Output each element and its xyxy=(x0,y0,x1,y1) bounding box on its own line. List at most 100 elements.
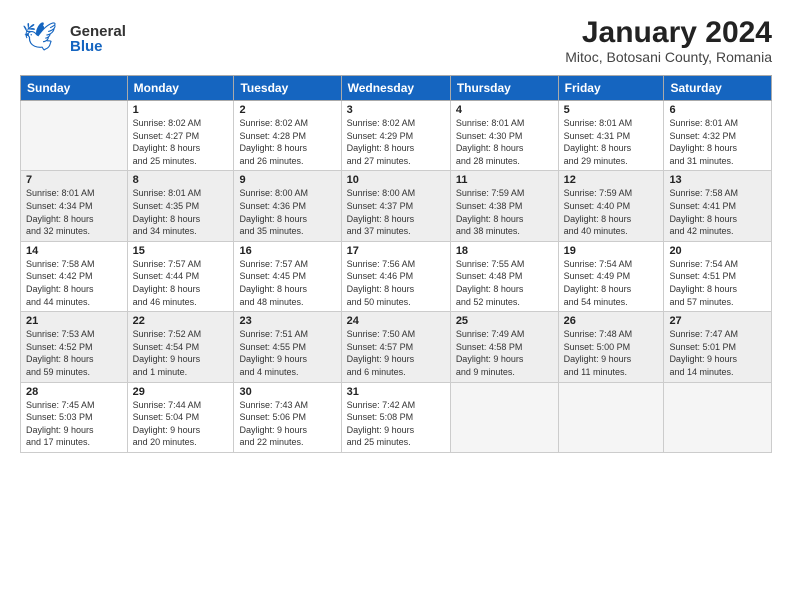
calendar-cell: 23Sunrise: 7:51 AMSunset: 4:55 PMDayligh… xyxy=(234,312,341,382)
day-info: Sunrise: 7:52 AMSunset: 4:54 PMDaylight:… xyxy=(133,328,229,378)
page: 🕊 General Blue January 2024 Mitoc, Botos… xyxy=(0,0,792,612)
col-sunday: Sunday xyxy=(21,76,128,101)
col-thursday: Thursday xyxy=(450,76,558,101)
calendar-header-row: Sunday Monday Tuesday Wednesday Thursday… xyxy=(21,76,772,101)
day-number: 16 xyxy=(239,245,335,257)
calendar-table: Sunday Monday Tuesday Wednesday Thursday… xyxy=(20,75,772,453)
calendar-cell: 31Sunrise: 7:42 AMSunset: 5:08 PMDayligh… xyxy=(341,382,450,452)
day-info: Sunrise: 7:45 AMSunset: 5:03 PMDaylight:… xyxy=(26,399,122,449)
title-block: January 2024 Mitoc, Botosani County, Rom… xyxy=(565,16,772,65)
calendar-cell: 2Sunrise: 8:02 AMSunset: 4:28 PMDaylight… xyxy=(234,101,341,171)
day-info: Sunrise: 7:49 AMSunset: 4:58 PMDaylight:… xyxy=(456,328,553,378)
calendar-cell: 4Sunrise: 8:01 AMSunset: 4:30 PMDaylight… xyxy=(450,101,558,171)
logo-icon: 🕊 xyxy=(20,16,66,62)
day-info: Sunrise: 7:55 AMSunset: 4:48 PMDaylight:… xyxy=(456,258,553,308)
day-number: 28 xyxy=(26,386,122,398)
day-info: Sunrise: 7:57 AMSunset: 4:45 PMDaylight:… xyxy=(239,258,335,308)
logo-general: General xyxy=(70,24,126,39)
day-number: 1 xyxy=(133,104,229,116)
logo: 🕊 General Blue xyxy=(20,16,126,62)
day-info: Sunrise: 8:02 AMSunset: 4:28 PMDaylight:… xyxy=(239,117,335,167)
day-number: 15 xyxy=(133,245,229,257)
header: 🕊 General Blue January 2024 Mitoc, Botos… xyxy=(20,16,772,65)
day-number: 31 xyxy=(347,386,445,398)
calendar-cell: 5Sunrise: 8:01 AMSunset: 4:31 PMDaylight… xyxy=(558,101,664,171)
col-tuesday: Tuesday xyxy=(234,76,341,101)
calendar-cell: 12Sunrise: 7:59 AMSunset: 4:40 PMDayligh… xyxy=(558,171,664,241)
day-number: 20 xyxy=(669,245,766,257)
calendar-cell: 3Sunrise: 8:02 AMSunset: 4:29 PMDaylight… xyxy=(341,101,450,171)
day-number: 10 xyxy=(347,174,445,186)
day-number: 3 xyxy=(347,104,445,116)
day-number: 6 xyxy=(669,104,766,116)
day-info: Sunrise: 7:43 AMSunset: 5:06 PMDaylight:… xyxy=(239,399,335,449)
day-info: Sunrise: 8:01 AMSunset: 4:35 PMDaylight:… xyxy=(133,187,229,237)
day-number: 18 xyxy=(456,245,553,257)
day-info: Sunrise: 8:00 AMSunset: 4:37 PMDaylight:… xyxy=(347,187,445,237)
day-number: 13 xyxy=(669,174,766,186)
calendar-cell: 18Sunrise: 7:55 AMSunset: 4:48 PMDayligh… xyxy=(450,241,558,311)
day-number: 23 xyxy=(239,315,335,327)
calendar-cell: 29Sunrise: 7:44 AMSunset: 5:04 PMDayligh… xyxy=(127,382,234,452)
day-number: 9 xyxy=(239,174,335,186)
calendar-cell xyxy=(21,101,128,171)
day-number: 25 xyxy=(456,315,553,327)
col-monday: Monday xyxy=(127,76,234,101)
calendar-cell: 13Sunrise: 7:58 AMSunset: 4:41 PMDayligh… xyxy=(664,171,772,241)
day-number: 7 xyxy=(26,174,122,186)
calendar-cell: 17Sunrise: 7:56 AMSunset: 4:46 PMDayligh… xyxy=(341,241,450,311)
day-number: 12 xyxy=(564,174,659,186)
day-number: 22 xyxy=(133,315,229,327)
calendar-cell xyxy=(664,382,772,452)
calendar-cell: 21Sunrise: 7:53 AMSunset: 4:52 PMDayligh… xyxy=(21,312,128,382)
logo-label: General Blue xyxy=(70,24,126,54)
calendar-cell: 10Sunrise: 8:00 AMSunset: 4:37 PMDayligh… xyxy=(341,171,450,241)
calendar-cell: 16Sunrise: 7:57 AMSunset: 4:45 PMDayligh… xyxy=(234,241,341,311)
day-info: Sunrise: 8:02 AMSunset: 4:27 PMDaylight:… xyxy=(133,117,229,167)
calendar-cell xyxy=(450,382,558,452)
calendar-week-row-1: 7Sunrise: 8:01 AMSunset: 4:34 PMDaylight… xyxy=(21,171,772,241)
day-info: Sunrise: 7:50 AMSunset: 4:57 PMDaylight:… xyxy=(347,328,445,378)
day-info: Sunrise: 7:59 AMSunset: 4:40 PMDaylight:… xyxy=(564,187,659,237)
calendar-cell: 26Sunrise: 7:48 AMSunset: 5:00 PMDayligh… xyxy=(558,312,664,382)
day-info: Sunrise: 7:48 AMSunset: 5:00 PMDaylight:… xyxy=(564,328,659,378)
day-info: Sunrise: 7:56 AMSunset: 4:46 PMDaylight:… xyxy=(347,258,445,308)
day-info: Sunrise: 7:47 AMSunset: 5:01 PMDaylight:… xyxy=(669,328,766,378)
calendar-cell: 9Sunrise: 8:00 AMSunset: 4:36 PMDaylight… xyxy=(234,171,341,241)
day-info: Sunrise: 8:01 AMSunset: 4:32 PMDaylight:… xyxy=(669,117,766,167)
calendar-cell: 22Sunrise: 7:52 AMSunset: 4:54 PMDayligh… xyxy=(127,312,234,382)
calendar-cell: 15Sunrise: 7:57 AMSunset: 4:44 PMDayligh… xyxy=(127,241,234,311)
day-number: 8 xyxy=(133,174,229,186)
day-info: Sunrise: 7:57 AMSunset: 4:44 PMDaylight:… xyxy=(133,258,229,308)
calendar-cell: 25Sunrise: 7:49 AMSunset: 4:58 PMDayligh… xyxy=(450,312,558,382)
day-info: Sunrise: 8:01 AMSunset: 4:30 PMDaylight:… xyxy=(456,117,553,167)
day-info: Sunrise: 7:59 AMSunset: 4:38 PMDaylight:… xyxy=(456,187,553,237)
day-number: 17 xyxy=(347,245,445,257)
day-number: 27 xyxy=(669,315,766,327)
day-number: 26 xyxy=(564,315,659,327)
day-info: Sunrise: 7:51 AMSunset: 4:55 PMDaylight:… xyxy=(239,328,335,378)
calendar-week-row-0: 1Sunrise: 8:02 AMSunset: 4:27 PMDaylight… xyxy=(21,101,772,171)
calendar-cell: 30Sunrise: 7:43 AMSunset: 5:06 PMDayligh… xyxy=(234,382,341,452)
calendar-cell: 6Sunrise: 8:01 AMSunset: 4:32 PMDaylight… xyxy=(664,101,772,171)
day-info: Sunrise: 7:58 AMSunset: 4:41 PMDaylight:… xyxy=(669,187,766,237)
calendar-cell: 14Sunrise: 7:58 AMSunset: 4:42 PMDayligh… xyxy=(21,241,128,311)
day-number: 30 xyxy=(239,386,335,398)
day-info: Sunrise: 8:01 AMSunset: 4:31 PMDaylight:… xyxy=(564,117,659,167)
day-number: 11 xyxy=(456,174,553,186)
day-number: 2 xyxy=(239,104,335,116)
calendar-cell xyxy=(558,382,664,452)
calendar-cell: 27Sunrise: 7:47 AMSunset: 5:01 PMDayligh… xyxy=(664,312,772,382)
calendar-cell: 7Sunrise: 8:01 AMSunset: 4:34 PMDaylight… xyxy=(21,171,128,241)
day-info: Sunrise: 7:58 AMSunset: 4:42 PMDaylight:… xyxy=(26,258,122,308)
day-info: Sunrise: 8:01 AMSunset: 4:34 PMDaylight:… xyxy=(26,187,122,237)
day-number: 24 xyxy=(347,315,445,327)
calendar-week-row-4: 28Sunrise: 7:45 AMSunset: 5:03 PMDayligh… xyxy=(21,382,772,452)
day-info: Sunrise: 7:42 AMSunset: 5:08 PMDaylight:… xyxy=(347,399,445,449)
calendar-cell: 8Sunrise: 8:01 AMSunset: 4:35 PMDaylight… xyxy=(127,171,234,241)
col-friday: Friday xyxy=(558,76,664,101)
subtitle: Mitoc, Botosani County, Romania xyxy=(565,49,772,65)
calendar-cell: 1Sunrise: 8:02 AMSunset: 4:27 PMDaylight… xyxy=(127,101,234,171)
day-number: 19 xyxy=(564,245,659,257)
calendar-cell: 11Sunrise: 7:59 AMSunset: 4:38 PMDayligh… xyxy=(450,171,558,241)
